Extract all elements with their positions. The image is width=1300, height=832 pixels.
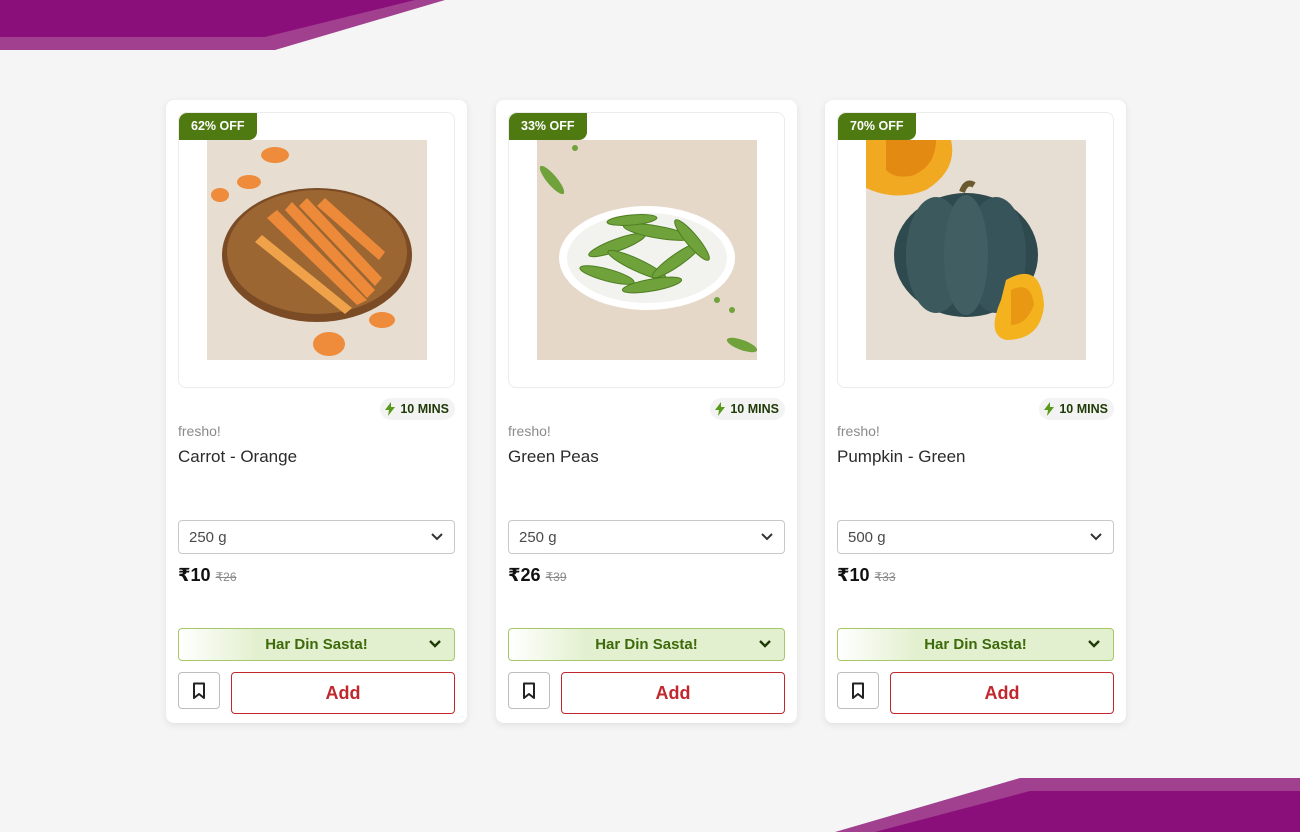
discount-badge: 33% OFF <box>509 113 587 140</box>
lightning-icon <box>385 402 396 416</box>
chevron-down-icon <box>759 640 771 648</box>
price-row: ₹10 ₹26 <box>178 565 237 586</box>
chevron-down-icon <box>431 533 443 541</box>
product-card[interactable]: 62% OFF 10 MINS fresho! Carrot - Orange … <box>166 100 467 723</box>
brand-name: fresho! <box>508 423 551 439</box>
quantity-select[interactable]: 250 g <box>178 520 455 554</box>
delivery-eta-badge: 10 MINS <box>1039 398 1114 420</box>
product-name[interactable]: Carrot - Orange <box>178 447 297 467</box>
offer-label: Har Din Sasta! <box>595 636 698 653</box>
bookmark-icon <box>523 682 535 699</box>
product-image-frame[interactable]: 70% OFF <box>837 112 1114 388</box>
add-to-cart-button[interactable]: Add <box>561 672 785 714</box>
eta-label: 10 MINS <box>1059 402 1108 416</box>
save-for-later-button[interactable] <box>178 672 220 709</box>
offer-dropdown[interactable]: Har Din Sasta! <box>178 628 455 661</box>
discount-badge: 70% OFF <box>838 113 916 140</box>
add-to-cart-button[interactable]: Add <box>890 672 1114 714</box>
brand-name: fresho! <box>837 423 880 439</box>
price-row: ₹26 ₹39 <box>508 565 567 586</box>
product-image-pumpkin <box>866 140 1086 360</box>
lightning-icon <box>715 402 726 416</box>
add-to-cart-button[interactable]: Add <box>231 672 455 714</box>
offer-dropdown[interactable]: Har Din Sasta! <box>837 628 1114 661</box>
sale-price: ₹10 <box>837 565 870 585</box>
product-name[interactable]: Green Peas <box>508 447 599 467</box>
chevron-down-icon <box>429 640 441 648</box>
quantity-value: 250 g <box>189 528 227 546</box>
quantity-select[interactable]: 500 g <box>837 520 1114 554</box>
save-for-later-button[interactable] <box>508 672 550 709</box>
quantity-value: 500 g <box>848 528 886 546</box>
eta-label: 10 MINS <box>730 402 779 416</box>
chevron-down-icon <box>761 533 773 541</box>
chevron-down-icon <box>1090 533 1102 541</box>
sale-price: ₹26 <box>508 565 541 585</box>
delivery-eta-badge: 10 MINS <box>380 398 455 420</box>
mrp-price: ₹39 <box>545 570 567 584</box>
delivery-eta-badge: 10 MINS <box>710 398 785 420</box>
product-image-carrots <box>207 140 427 360</box>
chevron-down-icon <box>1088 640 1100 648</box>
bookmark-icon <box>193 682 205 699</box>
discount-badge: 62% OFF <box>179 113 257 140</box>
brand-name: fresho! <box>178 423 221 439</box>
lightning-icon <box>1044 402 1055 416</box>
sale-price: ₹10 <box>178 565 211 585</box>
offer-label: Har Din Sasta! <box>265 636 368 653</box>
product-image-green-peas <box>537 140 757 360</box>
product-card[interactable]: 70% OFF 10 MINS fresho! Pumpkin - Green … <box>825 100 1126 723</box>
product-image-frame[interactable]: 33% OFF <box>508 112 785 388</box>
offer-label: Har Din Sasta! <box>924 636 1027 653</box>
offer-dropdown[interactable]: Har Din Sasta! <box>508 628 785 661</box>
product-image-frame[interactable]: 62% OFF <box>178 112 455 388</box>
price-row: ₹10 ₹33 <box>837 565 896 586</box>
save-for-later-button[interactable] <box>837 672 879 709</box>
product-card[interactable]: 33% OFF 10 MINS fresho! Green Peas 250 g… <box>496 100 797 723</box>
quantity-value: 250 g <box>519 528 557 546</box>
mrp-price: ₹26 <box>215 570 237 584</box>
product-name[interactable]: Pumpkin - Green <box>837 447 966 467</box>
bookmark-icon <box>852 682 864 699</box>
mrp-price: ₹33 <box>874 570 896 584</box>
eta-label: 10 MINS <box>400 402 449 416</box>
quantity-select[interactable]: 250 g <box>508 520 785 554</box>
